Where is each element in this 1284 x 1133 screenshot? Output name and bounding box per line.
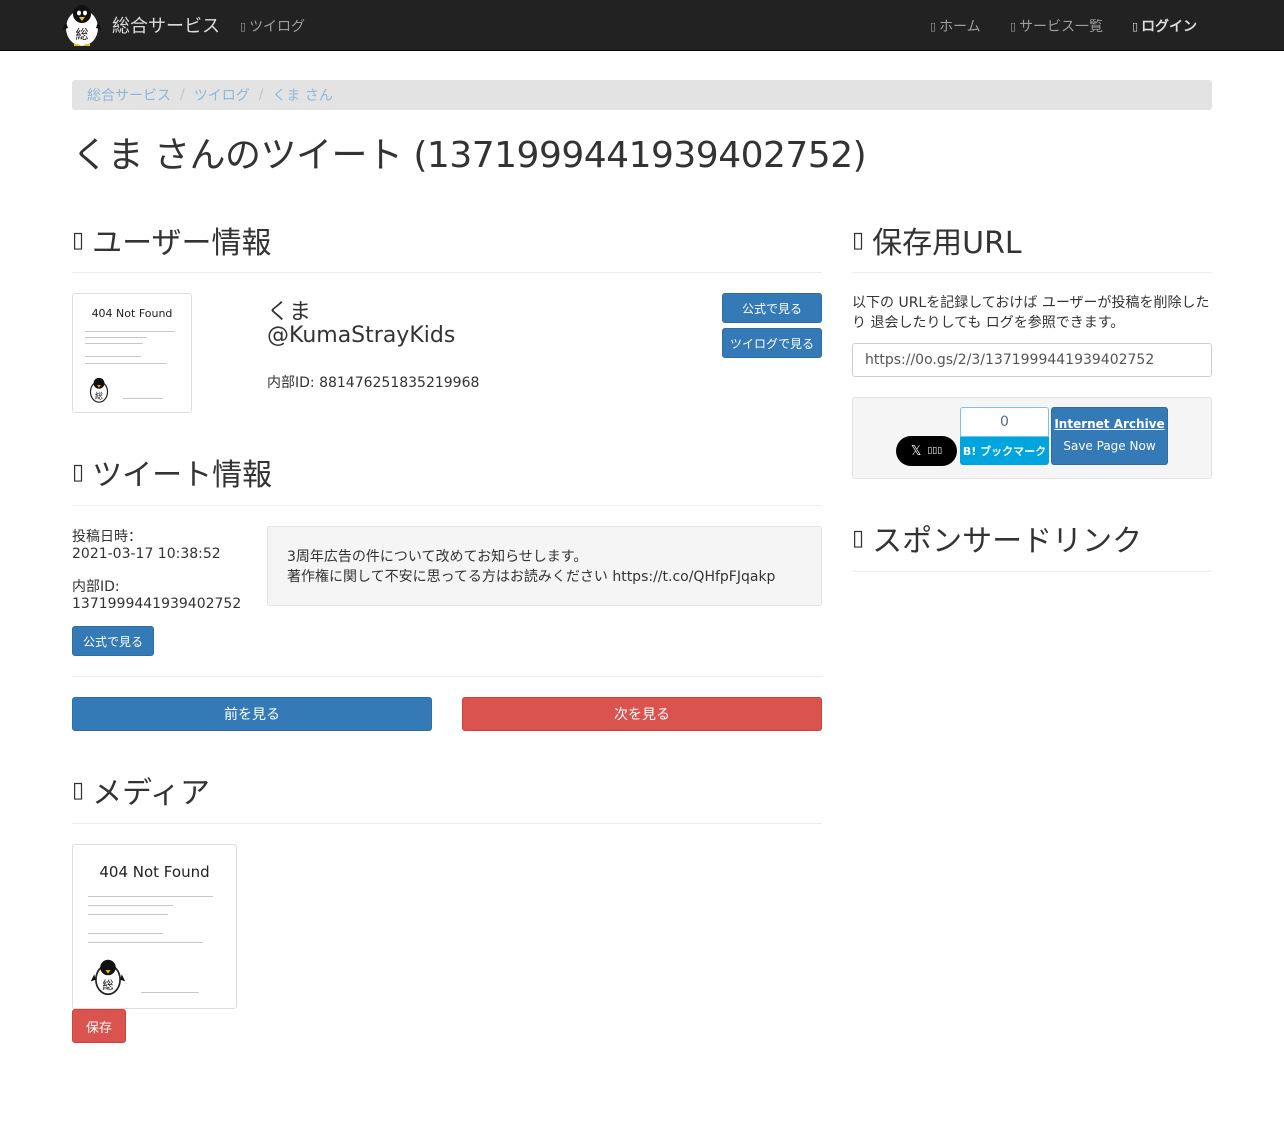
comment-icon: ▯ [72, 459, 85, 485]
brand[interactable]: 総 総合サービス [60, 0, 220, 50]
login-icon: ▯ [1132, 19, 1139, 33]
breadcrumb-current: くま さん [272, 88, 333, 104]
penguin-logo-icon: 総 [90, 959, 126, 996]
nav-twilog-label: ツイログ [249, 19, 306, 35]
view-official-tweet-button[interactable]: 公式で見る [72, 626, 154, 656]
avatar-404-title: 404 Not Found [91, 307, 173, 320]
hatena-bookmark-button[interactable]: 0 B! ブックマーク [960, 407, 1049, 465]
sponsor-heading: ▯ スポンサードリンク [852, 516, 1142, 560]
hatena-count: 0 [960, 407, 1049, 437]
divider [72, 272, 822, 273]
archive-url-field[interactable]: https://0o.gs/2/3/1371999441939402752 [852, 343, 1212, 377]
media-heading-label: メディア [92, 776, 211, 811]
picture-icon: ▯ [72, 777, 85, 803]
next-tweet-button[interactable]: 次を見る [462, 697, 822, 731]
link-icon: ▯ [852, 227, 865, 253]
archive-heading: ▯ 保存用URL [852, 218, 1022, 262]
divider [72, 505, 822, 506]
nav-home[interactable]: ▯ ホーム [930, 16, 981, 36]
internet-archive-button[interactable]: Internet Archive Save Page Now [1051, 407, 1168, 465]
nav-login-label: ログイン [1141, 19, 1198, 35]
x-post-button[interactable]: 𝕏 ▯▯▯ [896, 436, 957, 466]
divider [852, 272, 1212, 273]
save-media-button[interactable]: 保存 [72, 1009, 126, 1043]
user-handle: @KumaStrayKids [267, 323, 456, 348]
x-post-label: ▯▯▯ [927, 446, 943, 456]
user-internal-id: 内部ID: 881476251835219968 [267, 375, 480, 391]
posted-date: 2021-03-17 10:38:52 [72, 546, 221, 562]
nav-services-label: サービス一覧 [1019, 19, 1104, 35]
breadcrumb-separator: / [180, 87, 185, 103]
media-heading: ▯ メディア [72, 768, 210, 812]
user-avatar: 404 Not Found 総 [72, 293, 192, 413]
view-official-user-button[interactable]: 公式で見る [722, 293, 822, 323]
brand-title: 総合サービス [112, 16, 220, 37]
bullhorn-icon: ▯ [852, 525, 865, 551]
breadcrumb: 総合サービス / ツイログ / くま さん [72, 80, 1212, 110]
divider [72, 823, 822, 824]
glyphicon-icon: ▯ [240, 19, 247, 33]
user-icon: ▯ [72, 227, 85, 253]
divider [852, 571, 1212, 572]
tweet-info-heading-label: ツイート情報 [92, 458, 273, 493]
divider [72, 676, 822, 677]
tweet-body: 3周年広告の件について改めてお知らせします。 著作権に関して不安に思ってる方はお… [267, 526, 822, 606]
user-info-heading: ▯ ユーザー情報 [72, 218, 272, 262]
home-icon: ▯ [930, 19, 937, 33]
nav-login[interactable]: ▯ ログイン [1132, 16, 1197, 36]
svg-text:総: 総 [75, 28, 88, 43]
list-icon: ▯ [1010, 19, 1017, 33]
user-name: くま [267, 300, 312, 325]
hatena-label: B! ブックマーク [960, 437, 1049, 465]
breadcrumb-home[interactable]: 総合サービス [87, 85, 171, 105]
tweet-line-2[interactable]: 著作権に関して不安に思ってる方はお読みください https://t.co/QHf… [287, 567, 802, 587]
tweet-id-label: 内部ID: [72, 579, 120, 595]
nav-home-label: ホーム [939, 19, 981, 35]
navbar: 総 総合サービス ▯ ツイログ ▯ ホーム ▯ サービス一覧 ▯ ログイン [0, 0, 1284, 51]
nav-services[interactable]: ▯ サービス一覧 [1010, 16, 1103, 36]
x-logo-icon: 𝕏 [910, 443, 922, 459]
penguin-logo-icon: 総 [62, 5, 102, 46]
tweet-info-heading: ▯ ツイート情報 [72, 450, 272, 494]
svg-text:総: 総 [95, 391, 103, 401]
penguin-logo-icon: 総 [89, 377, 109, 403]
breadcrumb-separator: / [258, 87, 264, 103]
internet-archive-action: Save Page Now [1063, 439, 1156, 453]
tweet-id: 1371999441939402752 [72, 596, 242, 612]
breadcrumb-twilog[interactable]: ツイログ [194, 85, 250, 105]
share-panel: 𝕏 ▯▯▯ 0 B! ブックマーク Internet Archive Save … [852, 397, 1212, 479]
media-404-title: 404 Not Found [99, 863, 210, 881]
archive-description: 以下の URLを記録しておけば ユーザーが投稿を削除したり 退会したりしても ロ… [852, 295, 1210, 331]
media-image[interactable]: 404 Not Found 総 [72, 844, 237, 1009]
sponsor-heading-label: スポンサードリンク [872, 524, 1143, 559]
view-twilog-button[interactable]: ツイログで見る [722, 328, 822, 358]
prev-tweet-button[interactable]: 前を見る [72, 697, 432, 731]
user-info-heading-label: ユーザー情報 [92, 226, 272, 261]
archive-heading-label: 保存用URL [872, 226, 1022, 261]
page-title: くま さんのツイート (1371999441939402752) [72, 135, 867, 176]
nav-twilog[interactable]: ▯ ツイログ [240, 16, 305, 36]
tweet-line-1: 3周年広告の件について改めてお知らせします。 [287, 549, 588, 565]
internet-archive-title: Internet Archive [1054, 417, 1165, 431]
svg-text:総: 総 [102, 978, 113, 992]
posted-label: 投稿日時： [72, 529, 142, 545]
